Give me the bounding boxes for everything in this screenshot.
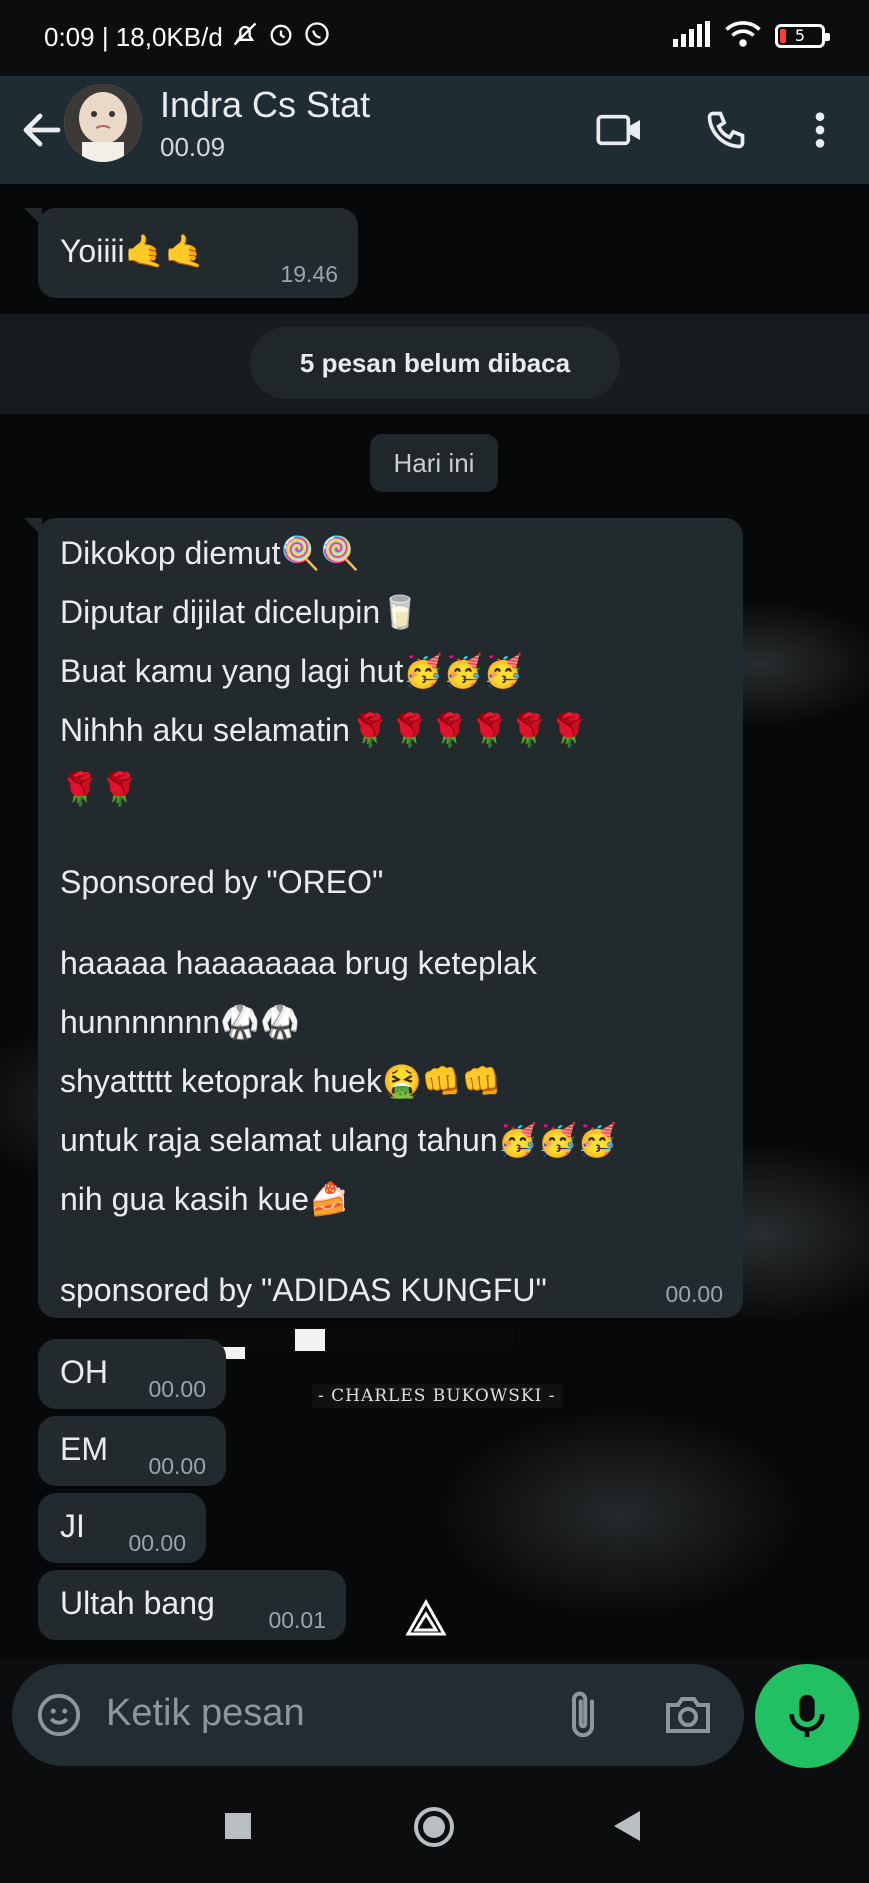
message-line-blank xyxy=(60,1229,740,1261)
mute-icon xyxy=(231,20,259,55)
nav-home-button[interactable] xyxy=(412,1805,456,1853)
video-call-icon xyxy=(596,114,640,146)
message-input-bar[interactable]: Ketik pesan xyxy=(12,1664,744,1766)
signal-icon xyxy=(671,21,711,51)
message-time: 00.00 xyxy=(665,1281,723,1307)
whatsapp-icon xyxy=(303,20,331,55)
emoji-icon xyxy=(37,1693,81,1737)
long-message-text: Dikokop diemut🍭🍭 Diputar dijilat dicelup… xyxy=(60,524,740,1320)
message-text: OH xyxy=(60,1354,108,1390)
unread-notice: 5 pesan belum dibaca xyxy=(250,327,620,399)
message-text: Yoiiii🤙🤙 xyxy=(60,233,205,269)
message-bubble[interactable]: EM 00.00 xyxy=(38,1416,226,1486)
chat-header: Indra Cs Stat 00.09 xyxy=(0,76,869,184)
more-options-button[interactable] xyxy=(792,102,848,158)
back-arrow-icon xyxy=(23,113,61,147)
camera-icon xyxy=(666,1697,710,1733)
nav-home-icon xyxy=(414,1807,454,1847)
message-line: Buat kamu yang lagi hut🥳🥳🥳 xyxy=(60,653,523,689)
avatar[interactable] xyxy=(64,84,142,162)
background-credit: - CHARLES BUKOWSKI - xyxy=(312,1384,562,1408)
adidas-logo-icon xyxy=(405,1598,447,1636)
message-line: hunnnnnnn🥋🥋 xyxy=(60,1004,300,1040)
message-text: JI xyxy=(60,1508,85,1544)
message-time: 00.00 xyxy=(148,1453,206,1479)
attach-button[interactable] xyxy=(562,1688,604,1746)
message-line-blank xyxy=(60,819,740,853)
message-line-blank xyxy=(60,912,740,934)
message-text: Ultah bang xyxy=(60,1585,215,1621)
message-bubble[interactable]: OH 00.00 xyxy=(38,1339,226,1409)
back-button[interactable] xyxy=(14,102,70,158)
status-right: 5 xyxy=(671,20,830,52)
contact-name[interactable]: Indra Cs Stat xyxy=(160,84,370,126)
message-line: sponsored by "ADIDAS KUNGFU" xyxy=(60,1272,547,1308)
nav-recents-button[interactable] xyxy=(225,1813,251,1843)
contact-last-seen: 00.09 xyxy=(160,132,226,162)
message-bubble[interactable]: Yoiiii🤙🤙 19.46 xyxy=(24,208,358,298)
navigation-bar xyxy=(0,1775,869,1883)
message-line: Diputar dijilat dicelupin🥛 xyxy=(60,594,421,630)
chat-area[interactable]: Yoiiii🤙🤙 19.46 5 pesan belum dibaca Hari… xyxy=(0,184,869,1660)
voice-call-icon xyxy=(707,111,745,149)
video-call-button[interactable] xyxy=(592,102,648,158)
nav-back-button[interactable] xyxy=(612,1809,642,1847)
status-time-info: 0:09 | 18,0KB/d xyxy=(44,22,223,52)
more-options-icon xyxy=(815,112,825,148)
message-line: shyattttt ketoprak huek🤮👊👊 xyxy=(60,1063,502,1099)
status-left: 0:09 | 18,0KB/d xyxy=(44,20,331,55)
message-line: 🌹🌹 xyxy=(60,771,140,807)
status-bar: 0:09 | 18,0KB/d 5 xyxy=(0,0,869,76)
alarm-icon xyxy=(267,20,295,55)
message-time: 00.01 xyxy=(268,1607,326,1633)
mic-button[interactable] xyxy=(755,1664,859,1768)
long-message-bubble[interactable]: Dikokop diemut🍭🍭 Diputar dijilat dicelup… xyxy=(24,518,743,1320)
nav-back-icon xyxy=(614,1811,640,1841)
nav-square-icon xyxy=(225,1813,251,1839)
message-time: 19.46 xyxy=(280,261,338,287)
message-line: Dikokop diemut🍭🍭 xyxy=(60,535,361,571)
bubble-tail xyxy=(24,208,42,226)
attach-icon xyxy=(571,1691,595,1738)
mic-icon xyxy=(789,1694,825,1738)
message-line: untuk raja selamat ulang tahun🥳🥳🥳 xyxy=(60,1122,618,1158)
message-time: 00.00 xyxy=(148,1376,206,1402)
message-bubble[interactable]: JI 00.00 xyxy=(38,1493,206,1563)
voice-call-button[interactable] xyxy=(698,102,754,158)
date-label: Hari ini xyxy=(370,434,498,492)
wifi-icon xyxy=(725,20,761,52)
message-bubble[interactable]: Ultah bang 00.01 xyxy=(38,1570,346,1640)
camera-button[interactable] xyxy=(664,1694,712,1740)
message-line: haaaaa haaaaaaaa brug keteplak xyxy=(60,945,537,981)
message-text: EM xyxy=(60,1431,108,1467)
message-line: nih gua kasih kue🍰 xyxy=(60,1181,349,1217)
bubble-tail xyxy=(24,518,42,536)
message-line: Sponsored by "OREO" xyxy=(60,864,384,900)
message-input[interactable]: Ketik pesan xyxy=(106,1692,305,1735)
emoji-button[interactable] xyxy=(36,1692,82,1742)
message-time: 00.00 xyxy=(128,1530,186,1556)
message-line: Nihhh aku selamatin🌹🌹🌹🌹🌹🌹 xyxy=(60,712,589,748)
battery-icon: 5 xyxy=(775,24,830,48)
